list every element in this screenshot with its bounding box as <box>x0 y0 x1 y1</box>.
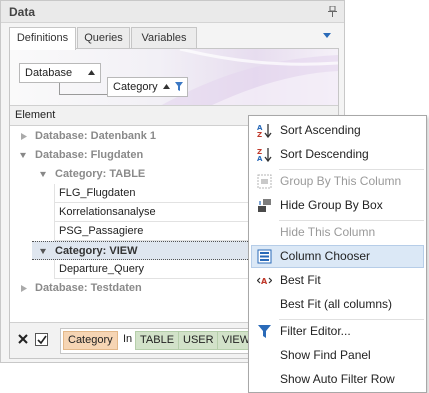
menu-item-sort-ascending[interactable]: A Z Sort Ascending <box>251 119 424 142</box>
menu-item-label: Group By This Column <box>280 174 402 188</box>
group-row-text: Database: Flugdaten <box>35 149 144 161</box>
menu-item-label: Show Find Panel <box>280 348 371 362</box>
group-box-label: Category <box>113 81 158 93</box>
collapse-arrow-icon[interactable] <box>40 248 46 255</box>
group-row-text: Database: Datenbank 1 <box>35 130 157 142</box>
menu-item-group-by-column[interactable]: Group By This Column <box>251 170 424 193</box>
group-box-label: Database <box>25 67 73 79</box>
filter-icon <box>258 325 271 338</box>
filter-field-chip[interactable]: Category <box>63 331 118 350</box>
panel-title: Data <box>9 5 36 19</box>
menu-item-hide-group-by-box[interactable]: Hide Group By Box <box>251 194 424 217</box>
group-row-text: Database: Testdaten <box>35 282 142 294</box>
expand-arrow-icon[interactable] <box>21 133 27 140</box>
enable-filter-checkbox[interactable] <box>35 333 48 346</box>
menu-item-label: Sort Descending <box>280 147 369 161</box>
group-box-category[interactable]: Category <box>107 77 188 97</box>
svg-text:A: A <box>257 155 263 162</box>
tab-queries[interactable]: Queries <box>77 27 130 49</box>
group-connector-line <box>59 83 107 95</box>
group-by-box-icon <box>258 199 271 212</box>
pin-icon[interactable] <box>328 6 337 17</box>
menu-item-label: Best Fit (all columns) <box>280 297 393 311</box>
sort-ascending-icon: A Z <box>257 124 272 138</box>
tab-dropdown-icon[interactable] <box>323 33 331 38</box>
tab-variables[interactable]: Variables <box>131 27 197 49</box>
collapse-arrow-icon[interactable] <box>20 152 26 159</box>
menu-item-best-fit-all[interactable]: Best Fit (all columns) <box>251 293 424 316</box>
menu-item-sort-descending[interactable]: Z A Sort Descending <box>251 143 424 166</box>
checkmark-icon <box>37 335 47 345</box>
group-row-text: Category: VIEW <box>55 245 138 257</box>
svg-text:Z: Z <box>257 131 262 138</box>
column-chooser-icon <box>257 249 272 264</box>
panel-titlebar: Data <box>1 1 344 23</box>
sort-ascending-icon <box>163 84 170 89</box>
menu-item-show-auto-filter-row[interactable]: Show Auto Filter Row <box>251 368 424 391</box>
menu-item-show-find-panel[interactable]: Show Find Panel <box>251 344 424 367</box>
collapse-arrow-icon[interactable] <box>40 171 46 178</box>
menu-item-label: Hide This Column <box>280 225 376 239</box>
menu-item-label: Best Fit <box>280 273 321 287</box>
group-box-database[interactable]: Database <box>19 63 101 83</box>
filter-icon[interactable] <box>175 82 183 91</box>
group-by-panel[interactable]: Database Category <box>10 49 338 106</box>
best-fit-icon: A <box>257 277 272 286</box>
clear-filter-icon[interactable] <box>18 334 28 344</box>
group-row-text: Category: TABLE <box>55 168 146 180</box>
group-by-column-icon <box>257 174 272 189</box>
menu-item-column-chooser[interactable]: Column Chooser <box>251 245 424 268</box>
menu-item-label: Show Auto Filter Row <box>280 372 395 386</box>
menu-item-filter-editor[interactable]: Filter Editor... <box>251 320 424 343</box>
menu-item-best-fit[interactable]: A Best Fit <box>251 269 424 292</box>
tab-definitions[interactable]: Definitions <box>9 27 76 50</box>
filter-value-chip[interactable]: TABLE <box>135 331 180 350</box>
column-context-menu: A Z Sort Ascending Z A Sort Descending G… <box>248 115 427 393</box>
menu-item-label: Column Chooser <box>280 249 371 263</box>
menu-item-label: Hide Group By Box <box>280 198 383 212</box>
menu-item-hide-this-column[interactable]: Hide This Column <box>251 221 424 244</box>
sort-descending-icon: Z A <box>257 148 272 162</box>
menu-item-label: Filter Editor... <box>280 324 351 338</box>
filter-value-chip[interactable]: USER <box>178 331 219 350</box>
sort-ascending-icon <box>88 70 95 75</box>
menu-item-label: Sort Ascending <box>280 123 361 137</box>
svg-text:A: A <box>261 277 268 286</box>
filter-operator[interactable]: In <box>119 331 136 350</box>
expand-arrow-icon[interactable] <box>21 285 27 292</box>
